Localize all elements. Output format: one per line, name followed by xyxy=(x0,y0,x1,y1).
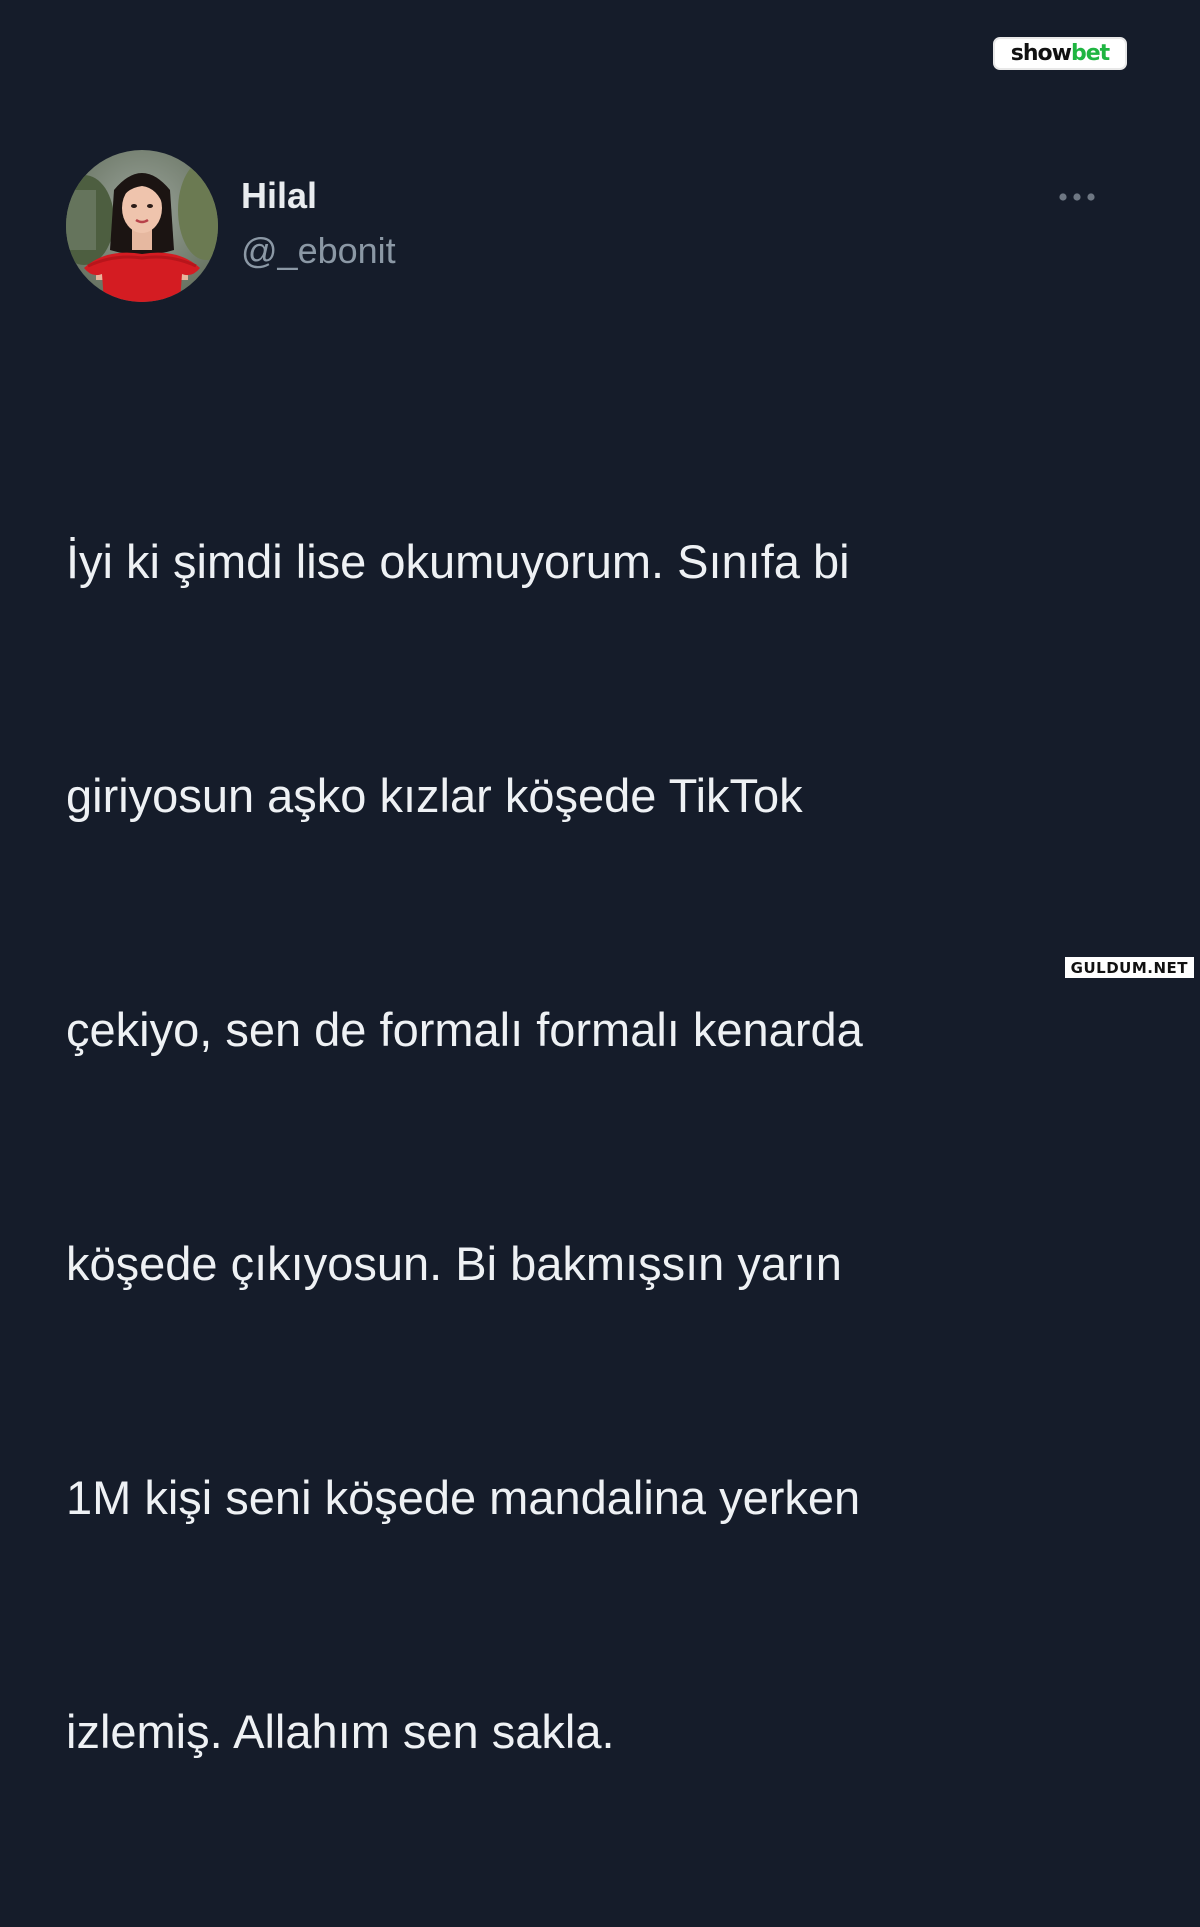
tweet-text: İyi ki şimdi lise okumuyorum. Sınıfa bi … xyxy=(66,367,1146,1927)
watermark: GULDUM.NET xyxy=(1064,957,1194,978)
tweet-text-line: 1M kişi seni köşede mandalina yerken xyxy=(66,1471,861,1524)
logo-text-bet: bet xyxy=(1071,40,1110,66)
more-horizontal-icon[interactable] xyxy=(1055,186,1099,208)
tweet-text-line: çekiyo, sen de formalı formalı kenarda xyxy=(66,1003,863,1056)
display-name[interactable]: Hilal xyxy=(241,176,317,216)
tweet-text-line: giriyosun aşko kızlar köşede TikTok xyxy=(66,769,803,822)
avatar[interactable] xyxy=(66,150,218,302)
showbet-logo: show bet xyxy=(993,37,1127,70)
avatar-image xyxy=(66,150,218,302)
tweet-screenshot: show bet Hilal @_ebonit İyi ki şimdi lis… xyxy=(0,0,1200,1758)
user-handle[interactable]: @_ebonit xyxy=(241,231,396,271)
tweet-text-line: köşede çıkıyosun. Bi bakmışsın yarın xyxy=(66,1237,842,1290)
logo-text-show: show xyxy=(1010,40,1072,66)
tweet-text-line: izlemiş. Allahım sen sakla. xyxy=(66,1705,615,1758)
tweet-text-line: İyi ki şimdi lise okumuyorum. Sınıfa bi xyxy=(66,535,850,588)
